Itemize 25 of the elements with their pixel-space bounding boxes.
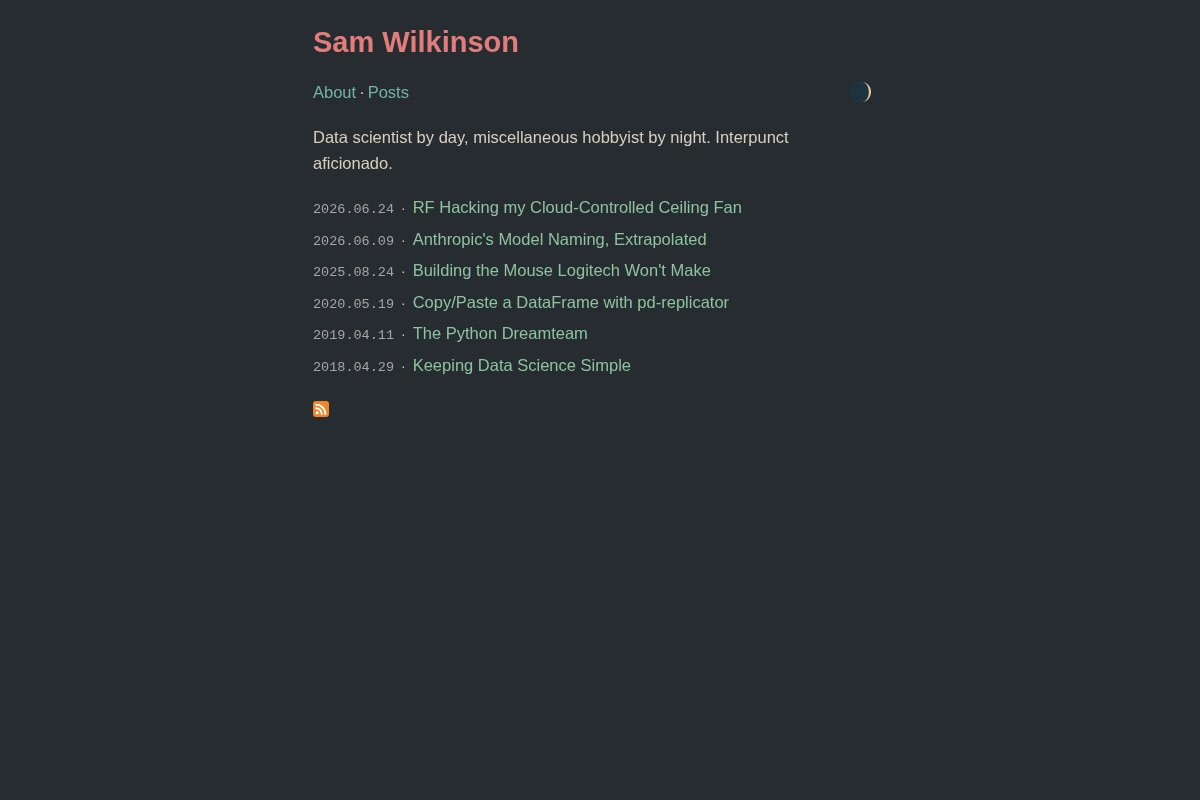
post-link[interactable]: RF Hacking my Cloud-Controlled Ceiling Fan: [412, 195, 742, 220]
post-separator: ·: [400, 262, 407, 282]
post-date: 2026.06.24: [313, 201, 394, 219]
post-link[interactable]: The Python Dreamteam: [412, 321, 588, 347]
post-separator: ·: [400, 230, 407, 250]
post-separator: ·: [400, 293, 407, 313]
rss-feed-icon[interactable]: [313, 400, 329, 417]
nav-link[interactable]: Posts: [367, 80, 409, 104]
post-separator: ·: [400, 199, 407, 218]
post-link[interactable]: Keeping Data Science Simple: [412, 352, 631, 378]
post-date: 2020.05.19: [313, 295, 394, 314]
nav-link[interactable]: About: [313, 80, 357, 104]
theme-toggle-moon-icon[interactable]: [849, 81, 871, 103]
post-separator: ·: [400, 356, 407, 376]
post-date: 2025.08.24: [313, 264, 394, 283]
post-date: 2026.06.09: [313, 232, 394, 251]
post-date: 2019.04.11: [313, 327, 394, 346]
post-link[interactable]: Anthropic's Model Naming, Extrapolated: [412, 226, 707, 252]
post-link[interactable]: Copy/Paste a DataFrame with pd-replicator: [412, 289, 730, 315]
post-link[interactable]: Building the Mouse Logitech Won't Make: [412, 258, 711, 283]
site-title[interactable]: Sam Wilkinson: [313, 24, 519, 60]
post-date: 2018.04.29: [313, 358, 394, 377]
post-separator: ·: [400, 325, 407, 345]
nav-separator: ·: [358, 82, 366, 103]
intro-text: Data scientist by day, miscellaneous hobbyist by night. Interpunct aficionado.: [313, 127, 790, 174]
